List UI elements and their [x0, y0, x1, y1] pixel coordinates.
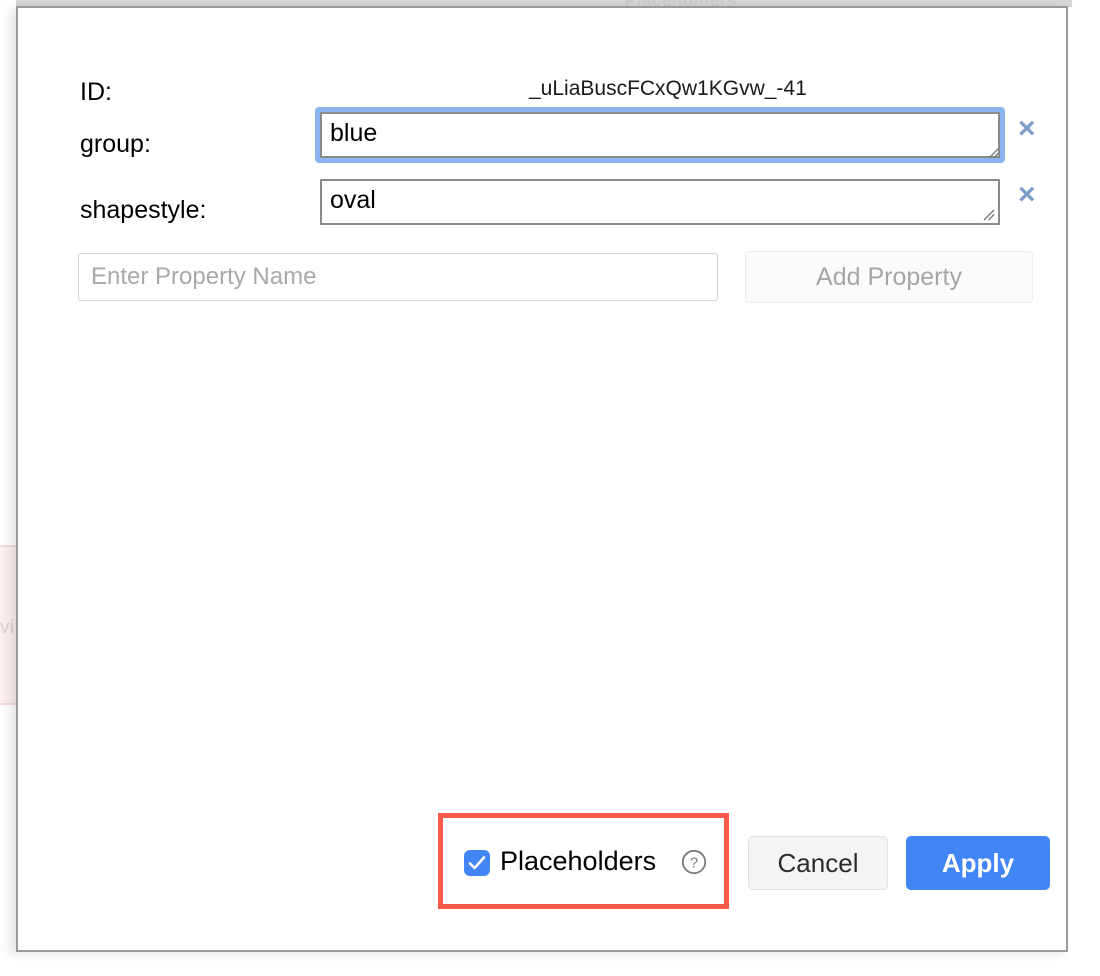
background-left-ghost-text: vi [0, 617, 15, 638]
apply-button[interactable]: Apply [906, 836, 1050, 890]
delete-property-shapestyle-button[interactable]: × [1018, 180, 1036, 210]
property-value-wrapper-group [315, 107, 1005, 163]
screen: Placeholders vi ID: _uLiaBuscFCxQw1KGvw_… [0, 0, 1100, 976]
property-value-wrapper-shapestyle [320, 179, 1000, 225]
property-label-group: group: [80, 130, 151, 158]
id-value: _uLiaBuscFCxQw1KGvw_-41 [529, 77, 807, 100]
help-circle-icon[interactable]: ? [681, 849, 707, 875]
add-property-button[interactable]: Add Property [745, 251, 1033, 303]
property-value-input-group[interactable] [320, 112, 1000, 158]
background-left-divider-top [0, 545, 16, 547]
checkmark-icon [468, 856, 486, 870]
property-value-input-shapestyle[interactable] [320, 179, 1000, 225]
id-label: ID: [80, 78, 112, 106]
svg-text:?: ? [690, 855, 698, 871]
placeholders-label: Placeholders [500, 846, 657, 876]
property-editor-dialog: ID: _uLiaBuscFCxQw1KGvw_-41 group: × sha… [16, 6, 1068, 952]
delete-property-group-button[interactable]: × [1018, 114, 1036, 144]
property-label-shapestyle: shapestyle: [80, 196, 207, 224]
cancel-button[interactable]: Cancel [748, 836, 888, 890]
background-left-divider-bottom [0, 703, 16, 705]
new-property-name-input[interactable] [78, 253, 718, 301]
placeholders-checkbox[interactable] [464, 850, 490, 876]
